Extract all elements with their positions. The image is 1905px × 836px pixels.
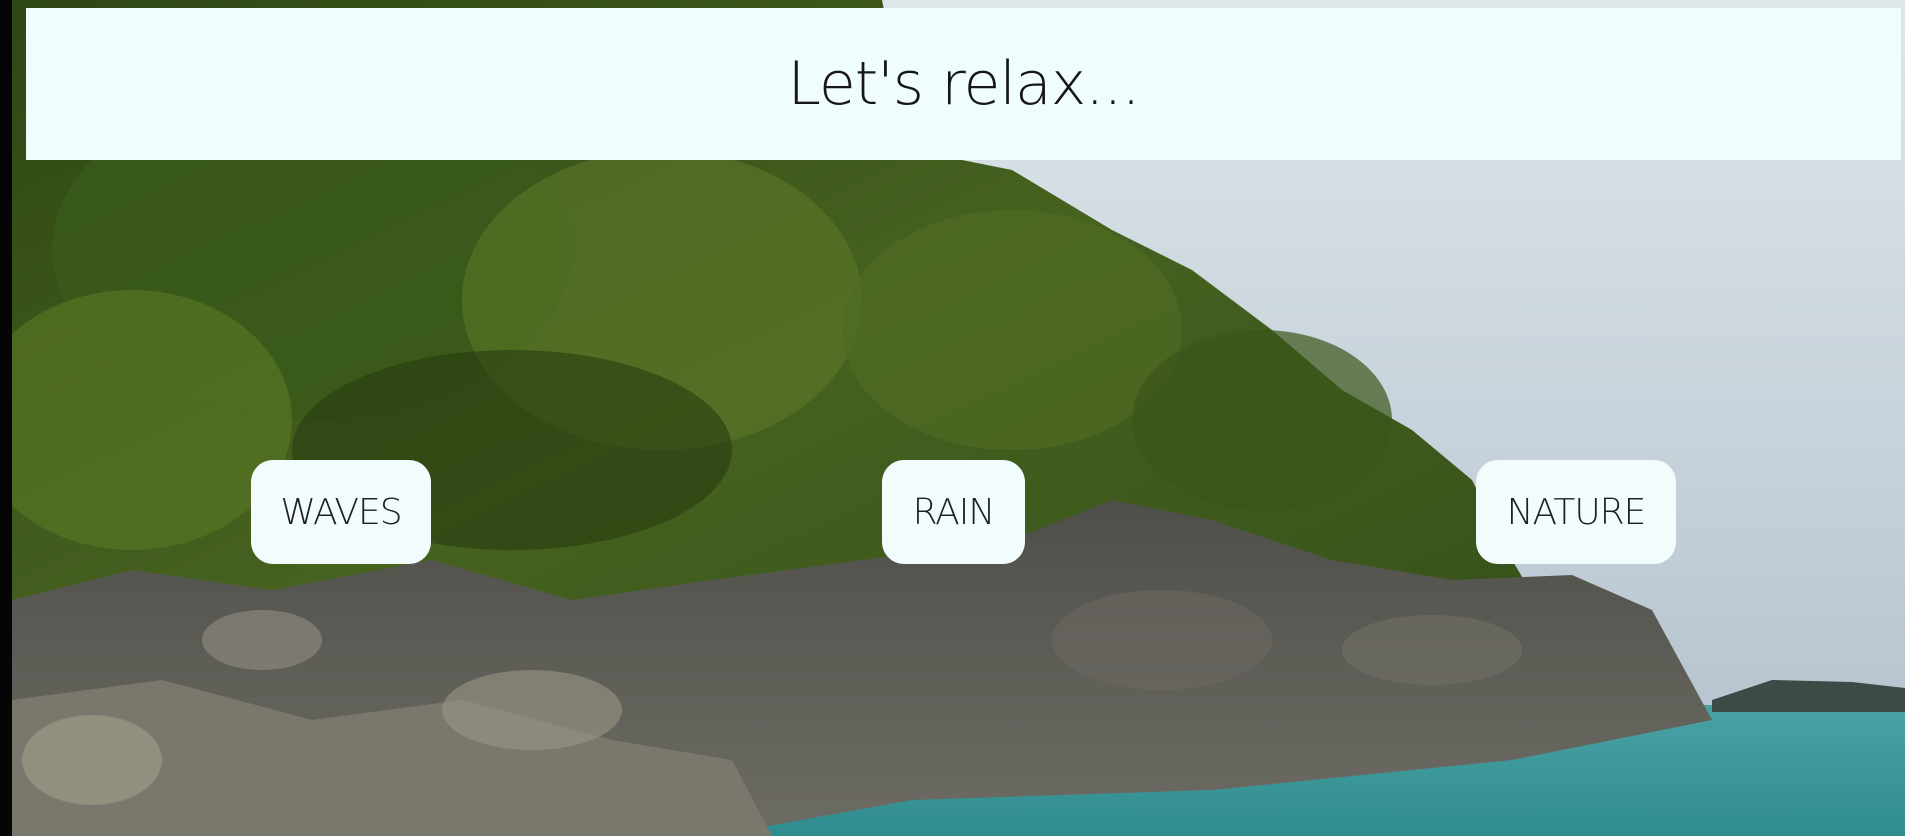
- page-header: Let's relax...: [26, 8, 1901, 160]
- waves-button[interactable]: WAVES: [251, 460, 431, 564]
- page-title: Let's relax...: [787, 49, 1140, 119]
- window-left-border: [0, 0, 12, 836]
- relax-page: Let's relax... WAVES RAIN NATURE: [0, 0, 1905, 836]
- nature-button[interactable]: NATURE: [1476, 460, 1676, 564]
- rain-button[interactable]: RAIN: [882, 460, 1025, 564]
